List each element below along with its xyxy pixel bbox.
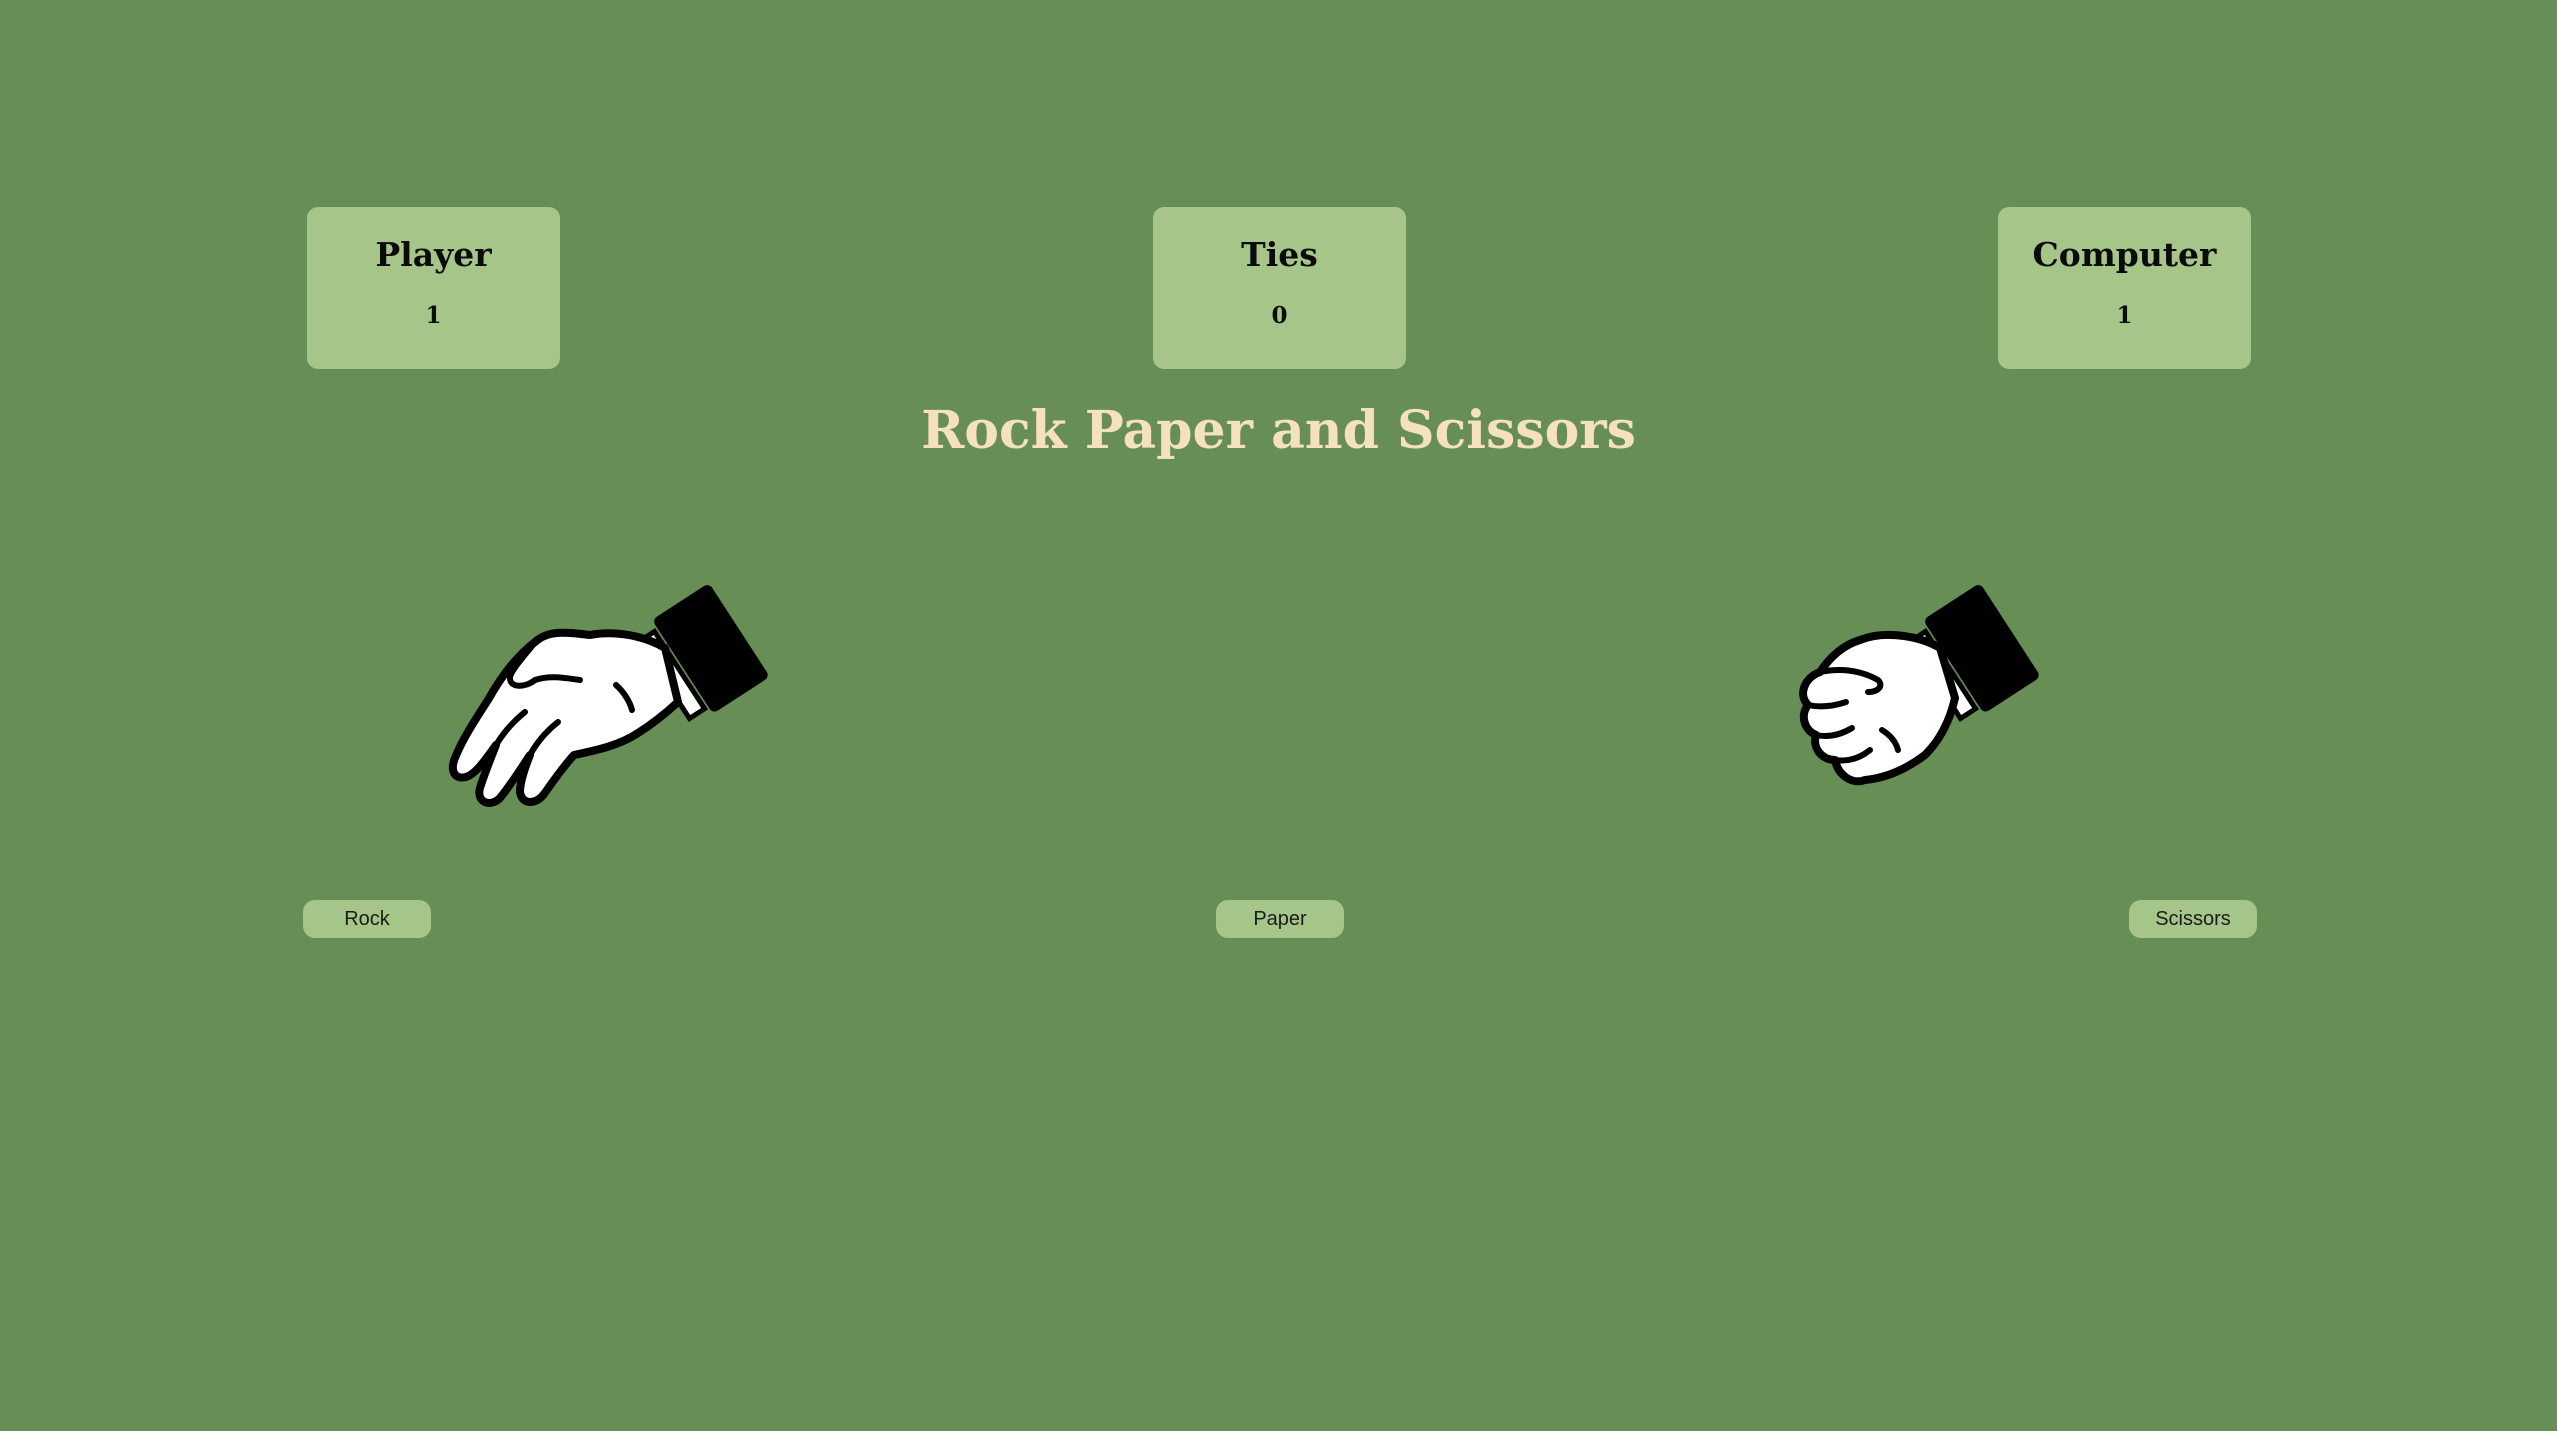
ties-score-card: Ties 0 (1153, 207, 1406, 369)
computer-score-card: Computer 1 (1998, 207, 2251, 369)
player-hand (440, 580, 780, 830)
ties-score-value: 0 (1271, 302, 1288, 329)
player-score-label: Player (375, 235, 492, 274)
rock-button[interactable]: Rock (303, 900, 431, 938)
computer-score-value: 1 (2116, 302, 2133, 329)
computer-score-label: Computer (2032, 235, 2217, 274)
player-score-value: 1 (425, 302, 442, 329)
ties-score-label: Ties (1241, 235, 1318, 274)
player-score-card: Player 1 (307, 207, 560, 369)
computer-hand (1780, 580, 2120, 830)
scissors-button[interactable]: Scissors (2129, 900, 2257, 938)
paper-button[interactable]: Paper (1216, 900, 1344, 938)
game-title: Rock Paper and Scissors (921, 400, 1636, 461)
paper-hand-icon (448, 585, 768, 807)
rock-fist-icon (1799, 585, 2039, 786)
